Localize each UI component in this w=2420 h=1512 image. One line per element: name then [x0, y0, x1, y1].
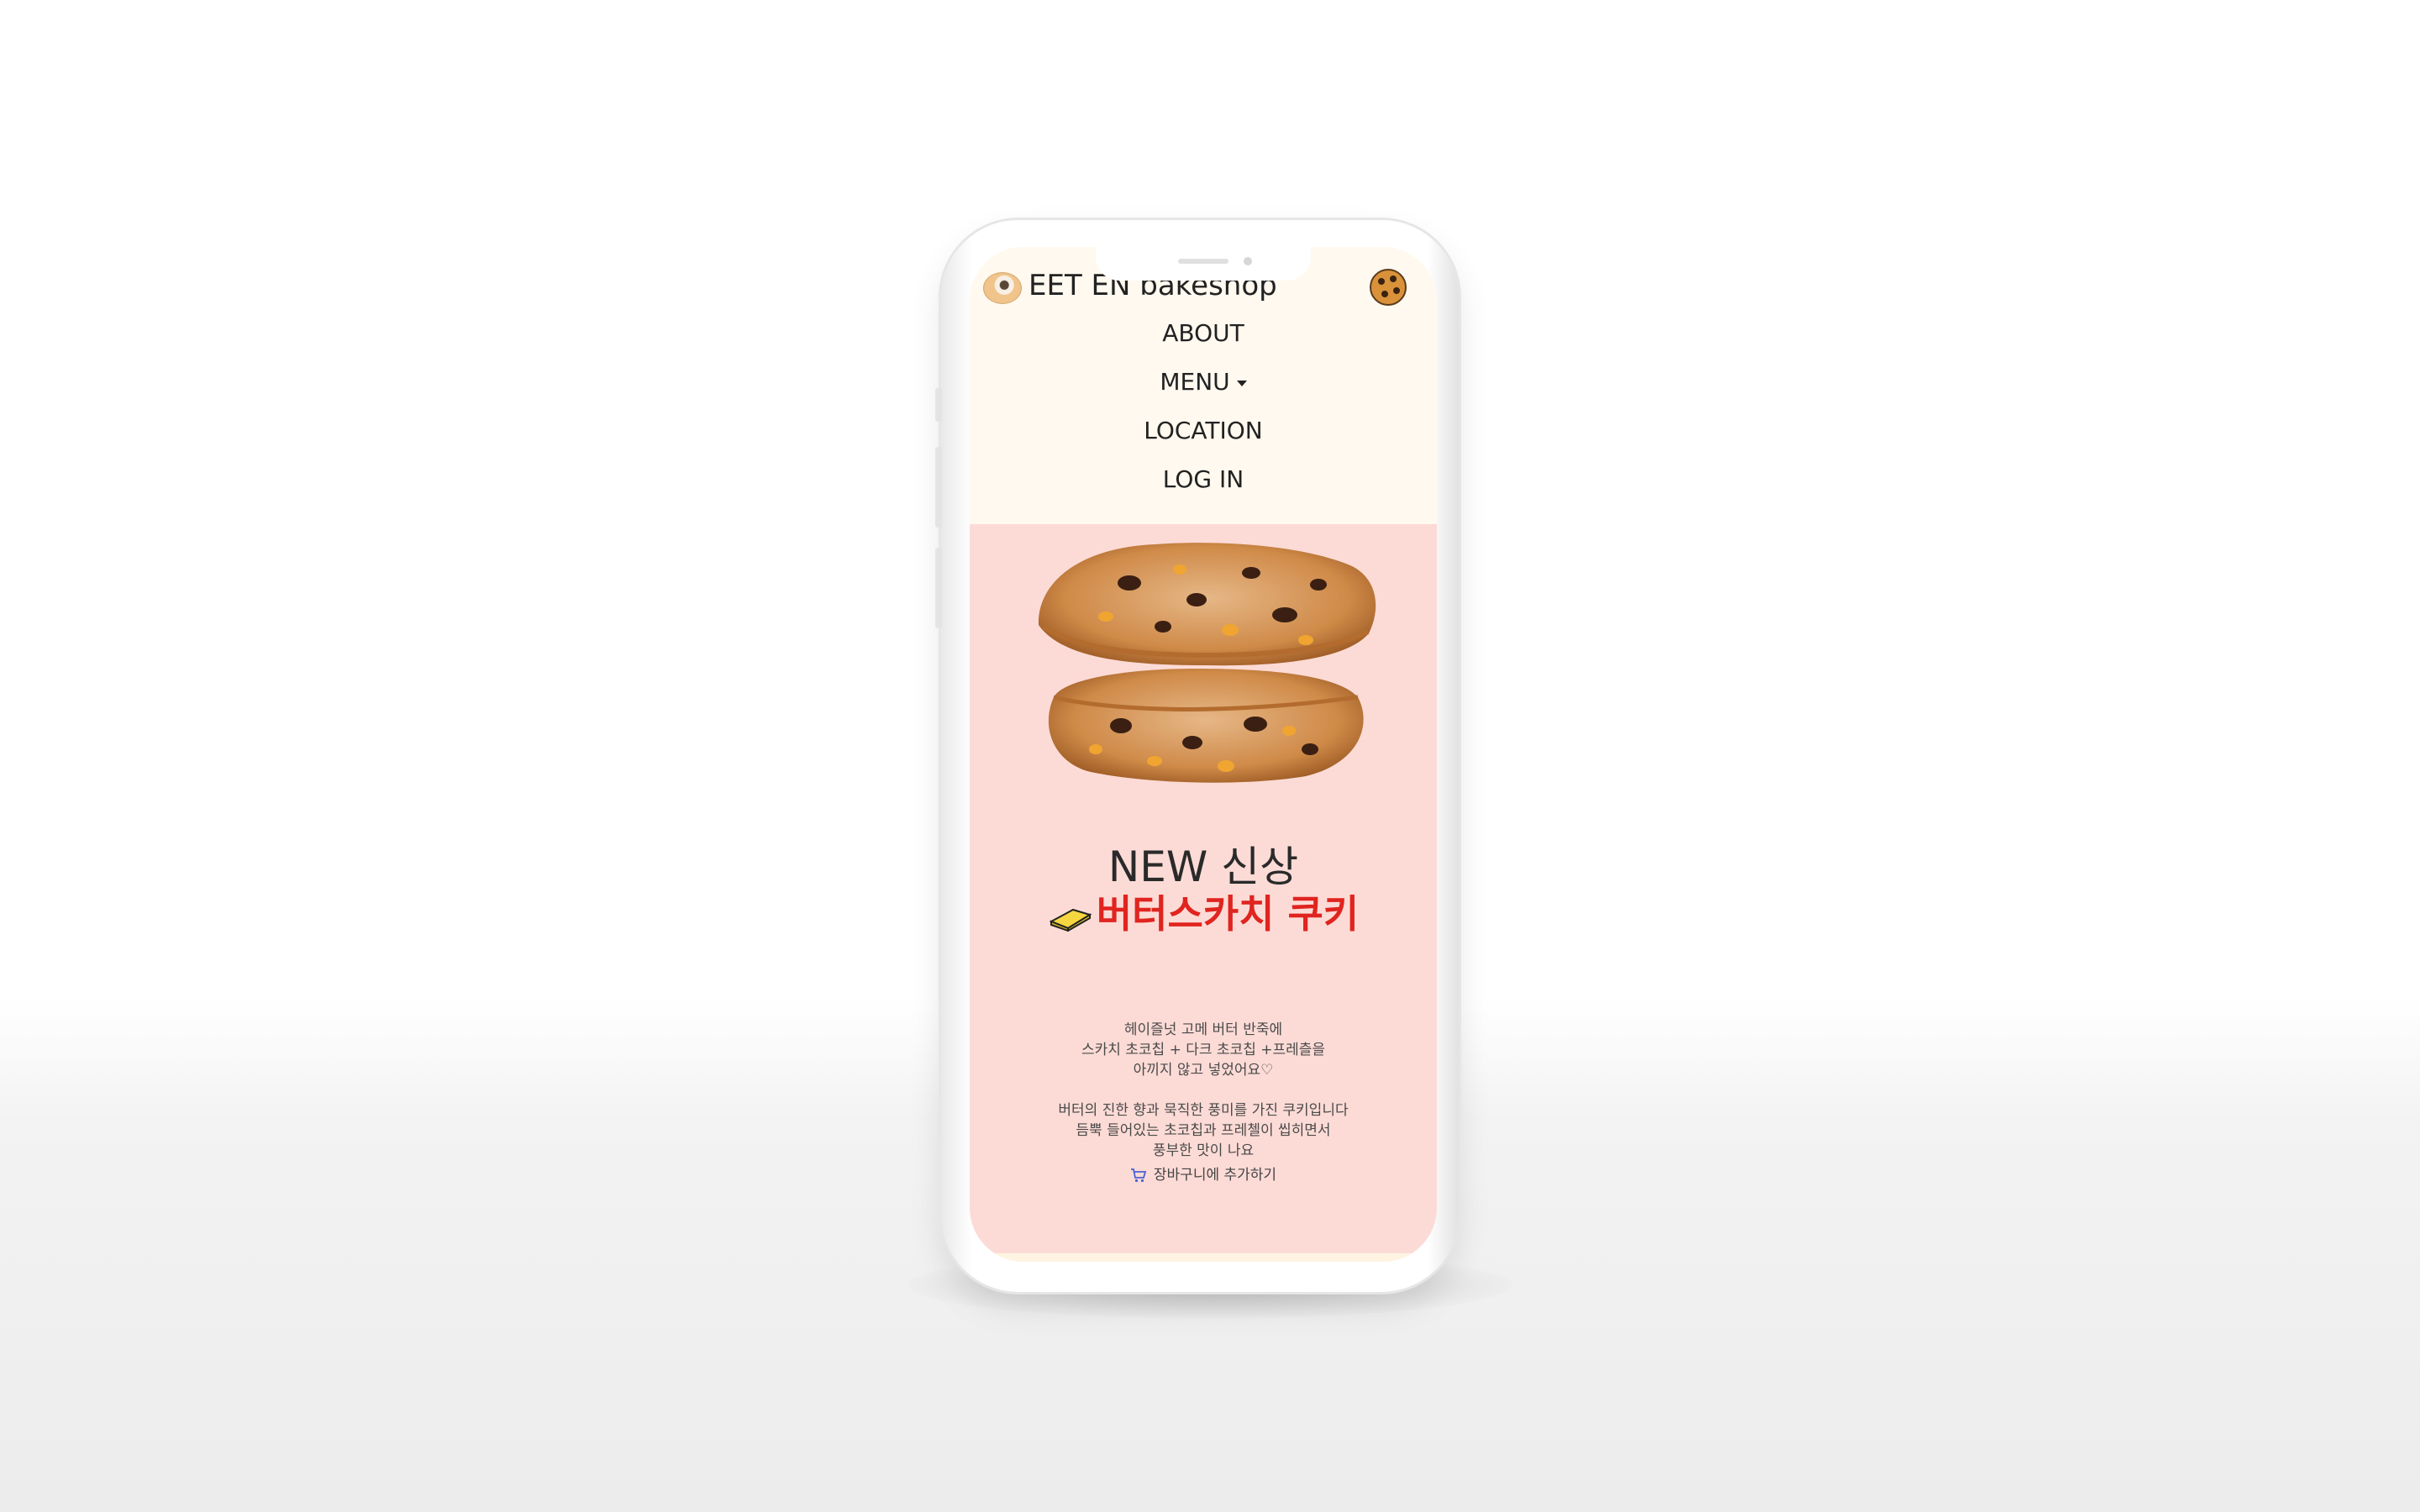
cookie-chip — [1378, 278, 1385, 285]
device-mockup-stage: EET EN bakeshop ABOUT MENU LOCATION LOG … — [0, 0, 2420, 1512]
description-line: 스카치 초코칩 + 다크 초코칩 +프레츨을 — [1081, 1042, 1326, 1058]
phone-notch — [1096, 247, 1311, 281]
phone-frame: EET EN bakeshop ABOUT MENU LOCATION LOG … — [935, 220, 1459, 1292]
description-line: 버터의 진한 향과 묵직한 풍미를 가진 쿠키입니다 — [1058, 1102, 1349, 1119]
nav-item-location: LOCATION — [970, 407, 1437, 455]
volume-up-button — [935, 447, 942, 528]
nav-item-login: LOG IN — [970, 455, 1437, 504]
cookie-chip — [1393, 287, 1400, 294]
product-name: 버터스카치 쿠키 — [1096, 891, 1360, 937]
butter-icon — [1049, 908, 1092, 932]
speaker-grille — [1178, 259, 1228, 264]
product-title: 버터스카치 쿠키 — [970, 884, 1437, 939]
nav-link-about[interactable]: ABOUT — [970, 309, 1437, 358]
cookie-icon[interactable] — [1370, 269, 1407, 306]
add-to-cart-button[interactable]: 장바구니에 추가하기 — [970, 1163, 1437, 1184]
phone-screen: EET EN bakeshop ABOUT MENU LOCATION LOG … — [970, 247, 1437, 1262]
nav-link-location[interactable]: LOCATION — [970, 407, 1437, 455]
description-line: 풍부한 맛이 나요 — [1152, 1142, 1255, 1159]
description-line: 듬뿍 들어있는 초코칩과 프레첼이 씹히면서 — [1076, 1122, 1331, 1139]
caret-down-icon — [1236, 380, 1247, 386]
nav-link-menu-label: MENU — [1160, 368, 1230, 396]
description-block-1: 헤이즐넛 고메 버터 반죽에 스카치 초코칩 + 다크 초코칩 +프레츨을 아끼… — [970, 1020, 1437, 1080]
description-line: 아끼지 않고 넣었어요♡ — [1133, 1062, 1274, 1079]
nav-item-menu: MENU — [970, 358, 1437, 407]
nav-link-menu-dropdown[interactable]: MENU — [970, 358, 1437, 407]
description-block-2: 버터의 진한 향과 묵직한 풍미를 가진 쿠키입니다 듬뿍 들어있는 초코칩과 … — [970, 1100, 1437, 1161]
navbar: EET EN bakeshop ABOUT MENU LOCATION LOG … — [970, 247, 1437, 524]
cart-icon — [1130, 1168, 1147, 1183]
nav-link-login[interactable]: LOG IN — [970, 455, 1437, 504]
front-camera — [1244, 257, 1252, 265]
hero-section: NEW 신상 버터스카치 쿠키 헤이즐넛 고메 버터 반죽에 스카치 초코칩 +… — [970, 524, 1437, 1262]
mute-switch — [935, 388, 942, 422]
add-to-cart-label: 장바구니에 추가하기 — [1153, 1167, 1277, 1184]
cookie-product-image — [1038, 543, 1376, 783]
nav-item-about: ABOUT — [970, 309, 1437, 358]
cookie-chip — [1390, 276, 1397, 282]
description-line: 헤이즐넛 고메 버터 반죽에 — [1123, 1021, 1283, 1038]
footer-strip — [970, 1253, 1437, 1262]
volume-down-button — [935, 548, 942, 628]
nav-menu: ABOUT MENU LOCATION LOG IN — [970, 309, 1437, 504]
cookie-chip — [1381, 291, 1388, 297]
donut-icon[interactable] — [983, 272, 1022, 304]
